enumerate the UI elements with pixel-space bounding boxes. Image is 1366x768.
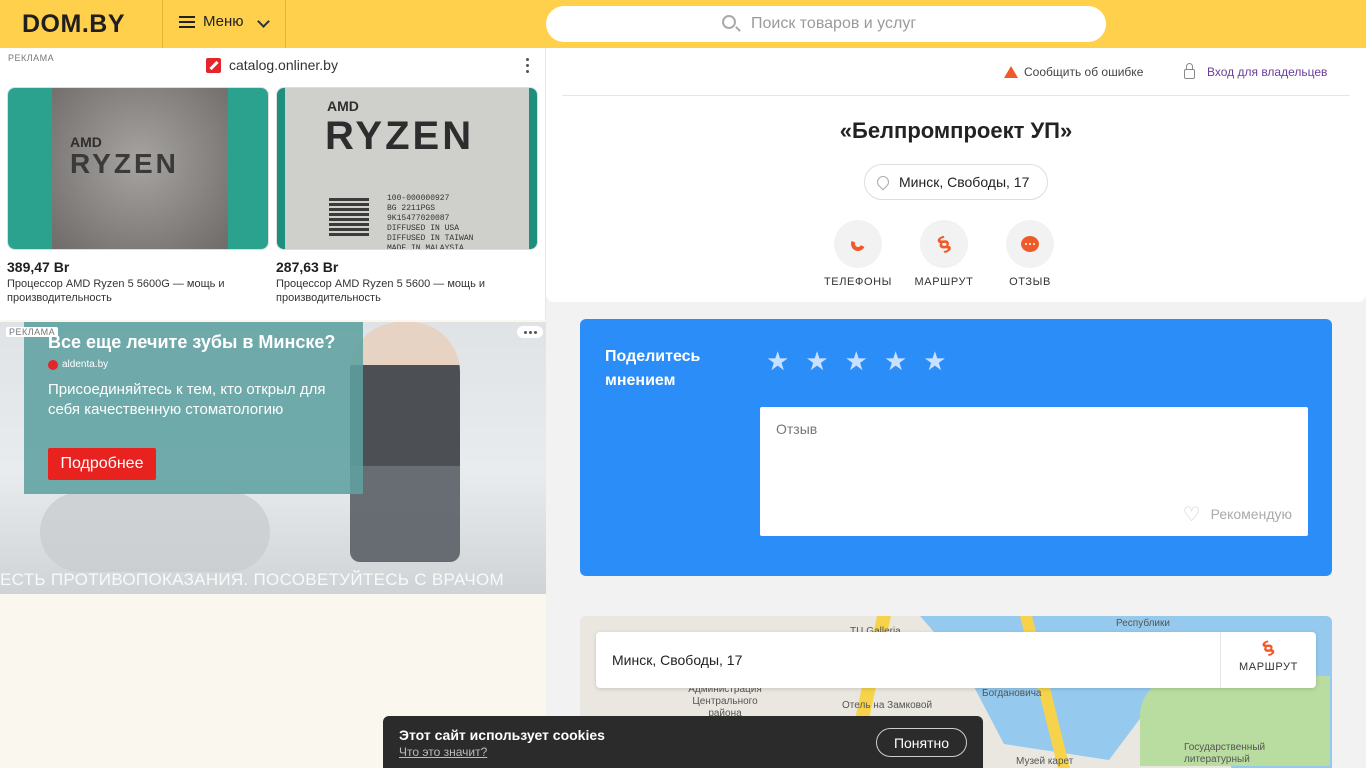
search-input[interactable] (751, 14, 1071, 34)
map-address-text[interactable]: Минск, Свободы, 17 (612, 652, 742, 668)
action-label: ТЕЛЕФОНЫ (823, 276, 892, 288)
route-button[interactable]: § МАРШРУТ (899, 220, 989, 288)
review-icon (1006, 220, 1054, 268)
ad-disclaimer: ЕСТЬ ПРОТИВОПОКАЗАНИЯ. ПОСОВЕТУЙТЕСЬ С В… (0, 570, 504, 589)
map-route-label: МАРШРУТ (1239, 661, 1298, 673)
address-pill[interactable]: Минск, Свободы, 17 (864, 164, 1048, 200)
star-icon[interactable]: ★ (845, 349, 868, 375)
company-name: «Белпромпроект УП» (839, 118, 1073, 143)
more-options-icon[interactable] (526, 58, 530, 74)
action-label: МАРШРУТ (914, 276, 974, 288)
hamburger-icon (179, 15, 195, 28)
product-image[interactable]: AMD RYZEN 100-000000927 BG 2211PGS 9K154… (276, 87, 538, 250)
review-button[interactable]: ОТЗЫВ (985, 220, 1075, 288)
route-icon: § (920, 220, 968, 268)
company-card: Сообщить об ошибке Вход для владельцев «… (546, 48, 1366, 302)
chevron-down-icon[interactable] (257, 15, 270, 28)
review-title: Поделитесь мнением (605, 348, 701, 389)
cookie-banner: Этот сайт использует cookies Что это зна… (383, 716, 983, 768)
warning-icon (1004, 66, 1018, 78)
cookie-title: Этот сайт использует cookies (399, 727, 605, 743)
map-label: Отель на Замковой (842, 700, 933, 711)
ad-title: Все еще лечите зубы в Минске? (48, 332, 336, 352)
menu-label: Меню (203, 13, 244, 30)
doctor-image (350, 322, 460, 562)
ad-source-text: catalog.onliner.by (229, 57, 338, 73)
site-logo[interactable]: DOM.BY (22, 10, 125, 39)
address-text: Минск, Свободы, 17 (899, 174, 1030, 190)
cpu-brand-text: AMD (327, 98, 359, 114)
product-card[interactable]: AMD RYZEN 389,47 Br Процессор AMD Ryzen … (7, 87, 269, 305)
review-textarea[interactable] (760, 407, 1308, 507)
ad-source: aldenta.by (48, 359, 108, 370)
menu-container: Меню (162, 0, 286, 48)
ad-source-text: aldenta.by (62, 359, 109, 370)
map-pin-icon (874, 173, 892, 191)
search-icon[interactable] (722, 15, 736, 29)
map-address-bar: Минск, Свободы, 17 § МАРШРУТ (596, 632, 1316, 688)
owners-login-label: Вход для владельцев (1207, 65, 1328, 79)
lock-icon (1184, 63, 1195, 79)
recommend-toggle[interactable]: ♡ Рекомендую (1183, 502, 1292, 526)
map-label: Государственный литературный (1184, 742, 1266, 765)
star-icon[interactable]: ★ (884, 349, 907, 375)
product-price: 287,63 Br (276, 259, 339, 275)
ad-block-dental[interactable]: РЕКЛАМА Все еще лечите зубы в Минске? al… (0, 322, 546, 594)
more-options-icon[interactable] (517, 326, 543, 338)
phone-icon (834, 220, 882, 268)
product-card[interactable]: AMD RYZEN 100-000000927 BG 2211PGS 9K154… (276, 87, 538, 305)
ad-more-button[interactable]: Подробнее (48, 448, 156, 480)
tooth-icon (48, 359, 58, 370)
ad-source-link[interactable]: catalog.onliner.by (206, 57, 338, 73)
cookie-info-link[interactable]: Что это значит? (399, 745, 487, 759)
ad-label: РЕКЛАМА (8, 53, 55, 63)
recommend-label: Рекомендую (1210, 506, 1292, 522)
product-description: Процессор AMD Ryzen 5 5600 — мощь и прои… (276, 278, 486, 304)
ad-block-catalog: РЕКЛАМА catalog.onliner.by AMD RYZEN 389… (0, 48, 546, 320)
site-header: DOM.BY Меню (0, 0, 1366, 48)
report-error-label: Сообщить об ошибке (1024, 65, 1144, 79)
onliner-logo-icon (206, 57, 221, 73)
star-icon[interactable]: ★ (923, 349, 946, 375)
cpu-print-text: 100-000000927 BG 2211PGS 9K15477020087 D… (387, 194, 474, 250)
menu-button[interactable]: Меню (179, 13, 244, 30)
phones-button[interactable]: ТЕЛЕФОНЫ (813, 220, 903, 288)
owners-login-link[interactable]: Вход для владельцев (1184, 63, 1328, 79)
dental-chair-image (40, 492, 270, 572)
search-bar (546, 6, 1106, 42)
report-error-link[interactable]: Сообщить об ошибке (1004, 65, 1143, 79)
rating-stars: ★ ★ ★ ★ ★ (766, 349, 947, 375)
map-label: Республики (1116, 618, 1170, 629)
action-label: ОТЗЫВ (1009, 276, 1051, 288)
map-label: Музей карет (1016, 756, 1074, 767)
product-price: 389,47 Br (7, 259, 70, 275)
cpu-model-text: RYZEN (325, 114, 475, 158)
star-icon[interactable]: ★ (805, 349, 828, 375)
ad-body-text: Присоединяйтесь к тем, кто открыл для се… (48, 381, 326, 418)
star-icon[interactable]: ★ (766, 349, 789, 375)
cpu-model-text: RYZEN (70, 148, 179, 179)
cookie-accept-button[interactable]: Понятно (876, 728, 967, 757)
qr-code (329, 196, 369, 236)
heart-icon: ♡ (1182, 502, 1201, 526)
map-label: Администрация Центрального района (688, 684, 762, 719)
product-image[interactable]: AMD RYZEN (7, 87, 269, 250)
product-description: Процессор AMD Ryzen 5 5600G — мощь и про… (7, 278, 225, 304)
map-label: Богдановича (982, 688, 1042, 699)
divider (562, 95, 1350, 96)
route-icon: § (1259, 637, 1278, 660)
review-input-box: ♡ Рекомендую (760, 407, 1308, 536)
review-form: Поделитесь мнением ★ ★ ★ ★ ★ ♡ Рекоменду… (580, 319, 1332, 576)
map-route-button[interactable]: § МАРШРУТ (1220, 632, 1316, 688)
